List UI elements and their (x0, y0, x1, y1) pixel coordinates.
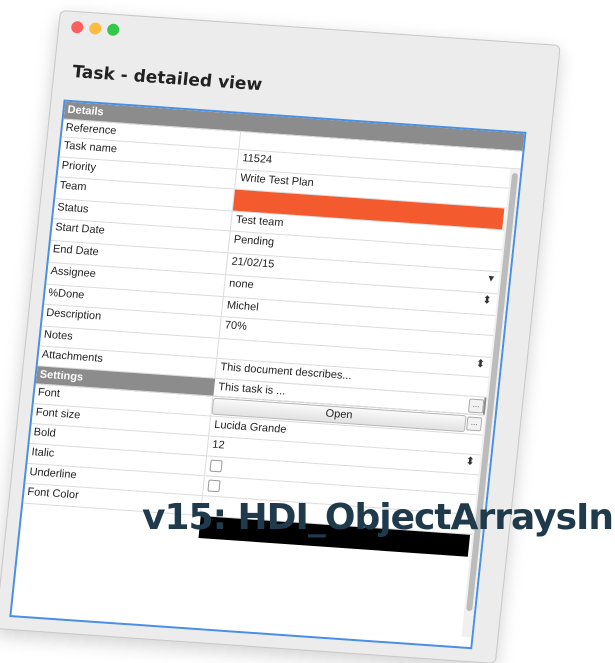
italic-checkbox[interactable] (207, 479, 221, 493)
property-grid: Details Reference Task name 11524 Priori… (9, 99, 527, 650)
stepper-icon[interactable]: ⬍ (482, 293, 493, 307)
stepper-icon[interactable]: ⬍ (475, 357, 486, 371)
close-window-button[interactable] (70, 20, 84, 34)
notes-ellipsis-button[interactable]: ... (467, 398, 485, 414)
start-date-text: 21/02/15 (230, 255, 275, 271)
notes-text: This task is ... (217, 380, 287, 398)
dropdown-chevron-icon[interactable]: ▾ (488, 272, 495, 285)
minimize-window-button[interactable] (88, 22, 102, 35)
scene: Task - detailed view Details Reference T… (0, 0, 615, 663)
zoom-window-button[interactable] (106, 23, 120, 37)
font-size-text: 12 (211, 438, 226, 452)
category-label: Details (66, 103, 105, 119)
app-window: Task - detailed view Details Reference T… (0, 10, 561, 663)
attachments-ellipsis-button[interactable]: ... (466, 416, 483, 432)
page-title: Task - detailed view (71, 62, 264, 96)
version-overlay-text: v15: HDI_ObjectArraysInl (142, 497, 615, 538)
status-text: Pending (233, 233, 275, 249)
end-date-text: none (228, 277, 255, 292)
bold-checkbox[interactable] (209, 459, 223, 473)
category-label: Settings (39, 368, 84, 384)
stepper-icon[interactable]: ⬍ (465, 454, 476, 468)
